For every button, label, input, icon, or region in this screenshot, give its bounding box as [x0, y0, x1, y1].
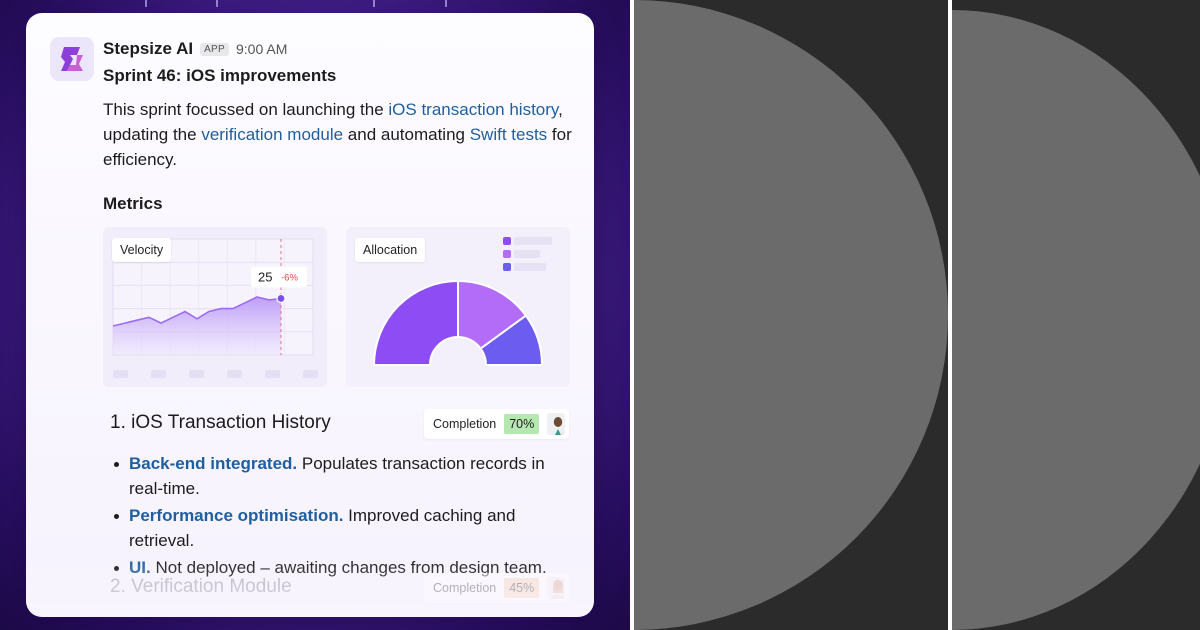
ruler-tick [445, 0, 447, 7]
half-circle-shape [952, 0, 1200, 630]
message-title: Sprint 46: iOS improvements [103, 66, 337, 85]
completion-value: 70% [504, 414, 540, 434]
message-header: Stepsize AI APP 9:00 AM [103, 38, 287, 60]
velocity-change: -6% [281, 272, 298, 283]
bullet-heading: Back-end integrated. [129, 454, 298, 473]
x-tick-placeholder [265, 370, 280, 378]
velocity-value: 25 [258, 269, 272, 284]
section-title-ios-transaction-history: 1. iOS Transaction History [110, 412, 331, 433]
velocity-chart[interactable]: 25 -6% Velocity [103, 227, 327, 387]
current-point [276, 293, 286, 304]
completion-label: Completion [433, 581, 497, 595]
body-text: and automating [343, 125, 470, 144]
x-tick-placeholder [113, 370, 128, 378]
bullet-heading: UI. [129, 558, 151, 577]
ruler-tick [216, 0, 218, 7]
section-title-verification-module: 2. Verification Module [110, 576, 292, 597]
message-timestamp[interactable]: 9:00 AM [236, 41, 287, 57]
message-card: Stepsize AI APP 9:00 AM Sprint 46: iOS i… [26, 13, 594, 617]
legend-label-placeholder [514, 237, 552, 245]
app-name[interactable]: Stepsize AI [103, 39, 193, 59]
allocation-slice [372, 279, 459, 366]
stepsize-logo-icon[interactable] [50, 37, 94, 81]
completion-value: 45% [504, 578, 540, 598]
app-badge: APP [200, 42, 229, 56]
link-ios-transaction-history[interactable]: iOS transaction history [388, 100, 558, 119]
x-tick-placeholder [151, 370, 166, 378]
decorative-panel [634, 0, 948, 630]
completion-label: Completion [433, 417, 497, 431]
allocation-label: Allocation [355, 238, 426, 262]
list-item: Back-end integrated. Populates transacti… [113, 451, 573, 501]
legend-swatch [503, 250, 511, 258]
legend-label-placeholder [514, 250, 540, 258]
section-bullet-list: Back-end integrated. Populates transacti… [113, 451, 573, 582]
purple-backdrop: Stepsize AI APP 9:00 AM Sprint 46: iOS i… [0, 0, 630, 630]
velocity-label: Velocity [112, 238, 172, 262]
legend-swatch [503, 237, 511, 245]
ruler-tick [373, 0, 375, 7]
assignee-avatar[interactable] [547, 577, 565, 599]
half-circle-shape [634, 0, 948, 630]
body-text: This sprint focussed on launching the [103, 100, 389, 119]
message-body: This sprint focussed on launching the iO… [103, 97, 573, 172]
allocation-chart[interactable]: Allocation [346, 227, 570, 387]
x-tick-placeholder [189, 370, 204, 378]
assignee-avatar[interactable] [547, 413, 565, 435]
bullet-heading: Performance optimisation. [129, 506, 344, 525]
completion-badge: Completion 70% [424, 409, 569, 439]
legend-swatch [503, 263, 511, 271]
x-tick-placeholder [227, 370, 242, 378]
legend-label-placeholder [514, 263, 546, 271]
link-verification-module[interactable]: verification module [201, 125, 343, 144]
ruler-tick [145, 0, 147, 7]
x-tick-placeholder [303, 370, 318, 378]
list-item: Performance optimisation. Improved cachi… [113, 503, 573, 553]
decorative-panel [952, 0, 1200, 630]
metrics-heading: Metrics [103, 194, 163, 213]
completion-badge: Completion 45% [424, 573, 569, 603]
link-swift-tests[interactable]: Swift tests [470, 125, 547, 144]
